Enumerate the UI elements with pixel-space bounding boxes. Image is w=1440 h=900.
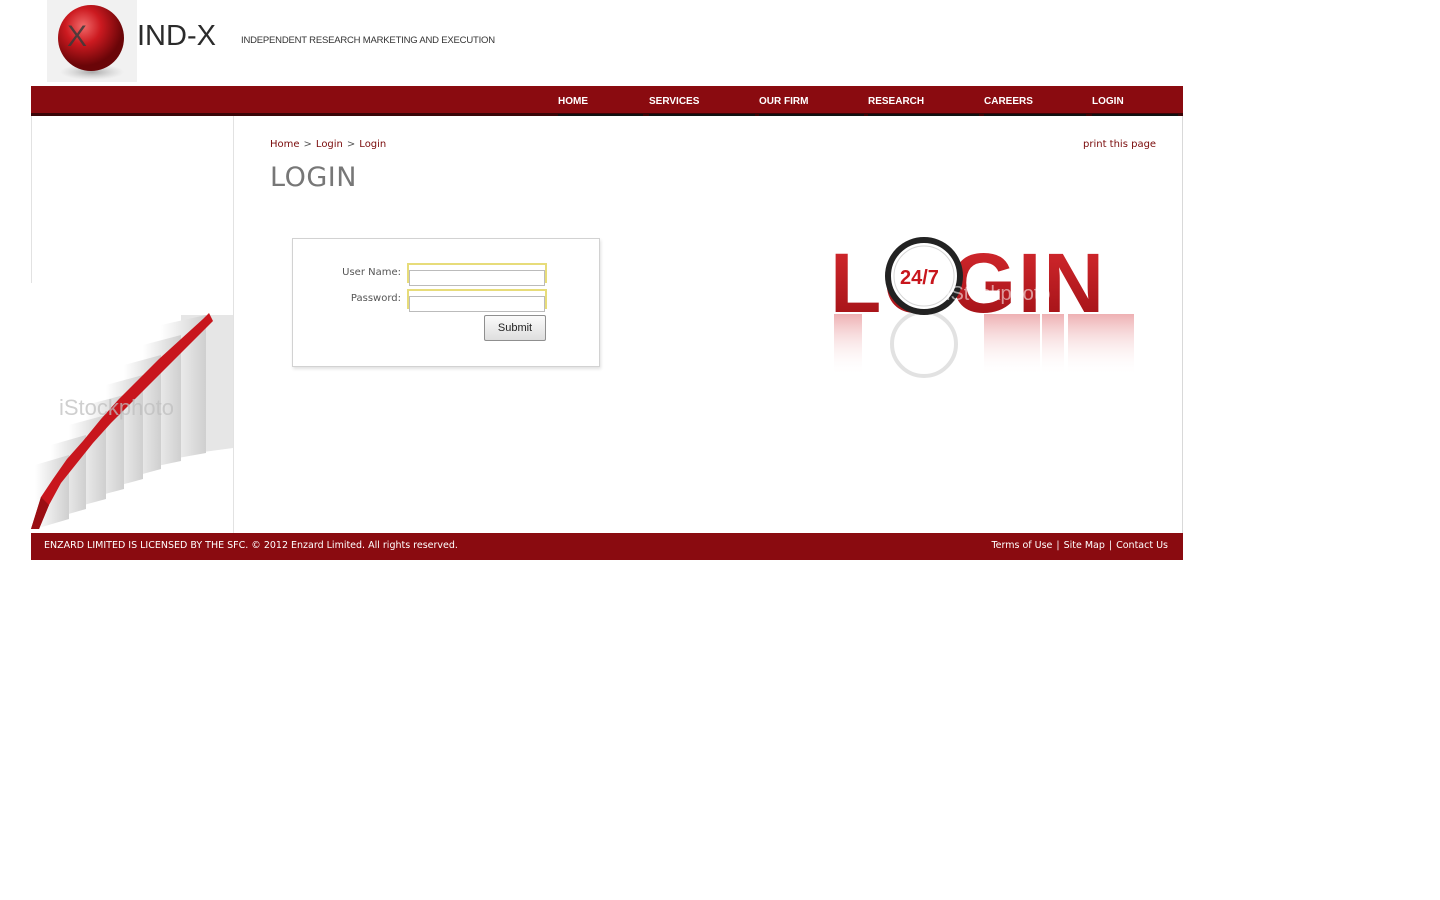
breadcrumb-login[interactable]: Login xyxy=(316,139,343,150)
watermark-right: iStockphoto xyxy=(946,283,1051,305)
password-input[interactable] xyxy=(409,295,545,312)
page: X IND-X INDEPENDENT RESEARCH MARKETING A… xyxy=(0,0,1440,900)
username-input[interactable] xyxy=(409,269,545,286)
login-form: User Name: Password: Submit xyxy=(292,238,600,367)
submit-button[interactable]: Submit xyxy=(484,315,546,341)
watermark-left: iStockphoto xyxy=(59,395,174,420)
brand-name: IND-X xyxy=(137,20,216,52)
breadcrumb-current[interactable]: Login xyxy=(359,139,386,150)
stairs-image: iStockphoto xyxy=(31,283,233,529)
password-field-wrapper xyxy=(407,289,547,312)
tagline: INDEPENDENT RESEARCH MARKETING AND EXECU… xyxy=(241,35,495,46)
logo-x-icon[interactable]: X xyxy=(47,0,137,82)
main-nav: HOME SERVICES OUR FIRM RESEARCH CAREERS … xyxy=(31,86,1183,116)
clock-text: 24/7 xyxy=(900,267,939,289)
footer-links: Terms of Use | Site Map | Contact Us xyxy=(991,540,1168,551)
nav-item-home[interactable]: HOME xyxy=(558,96,643,116)
username-field-wrapper xyxy=(407,263,547,286)
footer-copyright: ENZARD LIMITED IS LICENSED BY THE SFC. ©… xyxy=(44,540,458,551)
contact-us-link[interactable]: Contact Us xyxy=(1116,540,1168,551)
svg-text:X: X xyxy=(67,20,87,53)
footer: ENZARD LIMITED IS LICENSED BY THE SFC. ©… xyxy=(31,533,1183,560)
page-title: LOGIN xyxy=(270,162,357,193)
breadcrumb-home[interactable]: Home xyxy=(270,139,300,150)
divider xyxy=(31,116,32,284)
nav-item-services[interactable]: SERVICES xyxy=(649,96,755,116)
login-graphic-image: LOGIN 24/7 iStockphoto xyxy=(830,236,1134,378)
username-label: User Name: xyxy=(342,267,401,278)
breadcrumb: Home > Login > Login xyxy=(270,139,387,150)
site-map-link[interactable]: Site Map xyxy=(1064,540,1105,551)
nav-item-login[interactable]: LOGIN xyxy=(1092,96,1178,116)
password-label: Password: xyxy=(350,293,401,304)
terms-of-use-link[interactable]: Terms of Use xyxy=(991,540,1052,551)
nav-item-our-firm[interactable]: OUR FIRM xyxy=(759,96,864,116)
print-page-link[interactable]: print this page xyxy=(1083,139,1156,150)
nav-item-research[interactable]: RESEARCH xyxy=(868,96,979,116)
nav-item-careers[interactable]: CAREERS xyxy=(984,96,1086,116)
